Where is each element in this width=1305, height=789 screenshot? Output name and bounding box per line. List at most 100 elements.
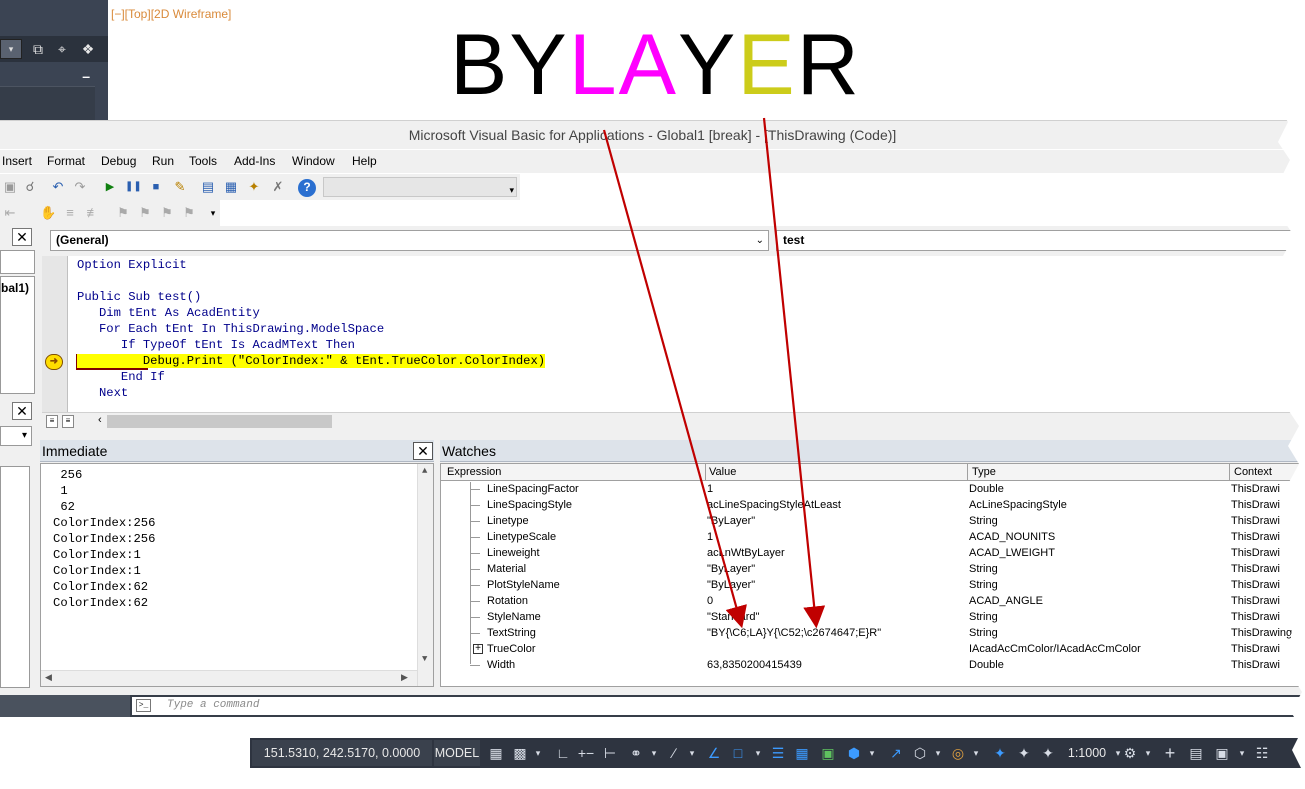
code-margin[interactable] <box>42 256 67 412</box>
object-combo[interactable]: (General) ⌄ <box>50 230 769 251</box>
menu-insert[interactable]: Insert <box>2 154 32 168</box>
isodraft-icon[interactable]: ∕ <box>664 742 684 764</box>
column-expression[interactable]: Expression <box>447 466 501 478</box>
watch-row[interactable]: Width 63,8350200415439 Double ThisDrawi <box>441 658 1305 674</box>
toggle-breakpoint-icon[interactable]: ✋ <box>40 205 56 221</box>
menu-format[interactable]: Format <box>47 154 85 168</box>
next-bookmark-icon[interactable]: ⚑ <box>137 205 153 221</box>
match-layer-icon[interactable]: ❖ <box>80 41 96 57</box>
project-tree-item[interactable]: bal1) <box>1 281 29 295</box>
scroll-thumb[interactable] <box>107 415 332 428</box>
dynamic-input-icon[interactable]: +− <box>576 742 596 764</box>
watch-row[interactable]: Linetype "ByLayer" String ThisDrawi <box>441 514 1305 530</box>
command-line-handle[interactable] <box>0 695 130 717</box>
undo-icon[interactable]: ↶ <box>50 179 66 195</box>
project-close-icon[interactable]: ✕ <box>12 228 32 246</box>
chevron-down-icon[interactable]: ▾ <box>532 742 544 764</box>
object-snap-tracking-icon[interactable]: ∠ <box>704 742 724 764</box>
redo-icon[interactable]: ↷ <box>72 179 88 195</box>
previous-bookmark-icon[interactable]: ⚑ <box>159 205 175 221</box>
properties-grid[interactable] <box>0 466 30 688</box>
procedure-view-icon[interactable]: ≡ <box>46 415 58 428</box>
procedure-combo[interactable]: test <box>776 230 1305 251</box>
object-browser-icon[interactable]: ✦ <box>246 179 262 195</box>
break-icon[interactable]: ❚❚ <box>125 179 142 195</box>
auto-scale-icon[interactable]: ✦ <box>1014 742 1034 764</box>
units-icon[interactable]: ▤ <box>1186 742 1206 764</box>
selection-cycling-icon[interactable]: ▣ <box>818 742 838 764</box>
ortho-icon[interactable]: ⊢ <box>600 742 620 764</box>
snap-icon[interactable]: ▩ <box>510 742 530 764</box>
workspace-gear-icon[interactable]: ⚙ <box>1120 742 1140 764</box>
chevron-down-icon[interactable]: ▾ <box>648 742 660 764</box>
code-line[interactable]: End If <box>77 370 165 384</box>
grid-icon[interactable]: ▦ <box>486 742 506 764</box>
immediate-window[interactable]: 256 1 62 ColorIndex:256 ColorIndex:256 C… <box>40 463 434 687</box>
project-tree[interactable]: bal1) <box>0 276 35 394</box>
menu-run[interactable]: Run <box>152 154 174 168</box>
code-line[interactable]: For Each tEnt In ThisDrawing.ModelSpace <box>77 322 384 336</box>
object-snap-icon[interactable]: □ <box>728 742 748 764</box>
watch-row[interactable]: Rotation 0 ACAD_ANGLE ThisDrawi <box>441 594 1305 610</box>
watch-row[interactable]: LineSpacingFactor 1 Double ThisDrawi <box>441 482 1305 498</box>
properties-close-icon[interactable]: ✕ <box>12 402 32 420</box>
code-line-current[interactable]: Debug.Print ("ColorIndex:" & tEnt.TrueCo… <box>77 354 546 368</box>
menu-debug[interactable]: Debug <box>101 154 136 168</box>
help-icon[interactable]: ? <box>298 179 316 197</box>
immediate-close-icon[interactable]: ✕ <box>413 442 433 460</box>
paste-icon[interactable]: ▣ <box>2 179 18 195</box>
run-icon[interactable]: ▶ <box>102 179 118 195</box>
command-prompt-icon[interactable]: >_ <box>136 699 151 712</box>
selection-filter-icon[interactable]: ⬡ <box>910 742 930 764</box>
column-context[interactable]: Context <box>1234 466 1272 478</box>
code-horizontal-scrollbar[interactable]: ≡ ≡ ‹ <box>42 412 1305 430</box>
column-type[interactable]: Type <box>972 466 996 478</box>
chevron-down-icon[interactable]: ▾ <box>1236 742 1248 764</box>
code-line[interactable]: Option Explicit <box>77 258 187 272</box>
scroll-up-icon[interactable]: ▲ <box>422 466 427 476</box>
dynamic-ucs-icon[interactable]: ↗ <box>886 742 906 764</box>
annotation-visibility-icon[interactable]: ✦ <box>990 742 1010 764</box>
chevron-down-icon[interactable]: ▾ <box>752 742 764 764</box>
watch-row[interactable]: TrueColor IAcadAcCmColor/IAcadAcCmColor Th… <box>441 642 1305 658</box>
watch-row[interactable]: StyleName "Standard" String ThisDrawi <box>441 610 1305 626</box>
chevron-down-icon[interactable]: ⌄ <box>756 231 764 250</box>
watch-row[interactable]: LinetypeScale 1 ACAD_NOUNITS ThisDrawi <box>441 530 1305 546</box>
watch-row[interactable]: Material "ByLayer" String ThisDrawi <box>441 562 1305 578</box>
design-mode-icon[interactable]: ✎ <box>172 179 188 195</box>
immediate-horizontal-scrollbar[interactable]: ◀ ▶ <box>41 670 417 686</box>
scroll-left-icon[interactable]: ◀ <box>45 673 52 683</box>
gizmo-icon[interactable]: ◎ <box>948 742 968 764</box>
comment-block-icon[interactable]: ≡ <box>62 205 78 221</box>
coordinates-readout[interactable]: 151.5310, 242.5170, 0.0000 <box>252 740 432 766</box>
crosshair-icon[interactable]: ⌖ <box>54 41 70 57</box>
outdent-icon[interactable]: ⇤ <box>2 205 18 221</box>
infer-constraints-icon[interactable]: ∟ <box>553 742 573 764</box>
code-line[interactable]: Public Sub test() <box>77 290 201 304</box>
properties-object-combo[interactable]: ▾ <box>0 426 32 446</box>
code-line[interactable]: If TypeOf tEnt Is AcadMText Then <box>77 338 355 352</box>
transparency-icon[interactable]: ▦ <box>792 742 812 764</box>
full-module-view-icon[interactable]: ≡ <box>62 415 74 428</box>
annotation-monitor-icon[interactable]: + <box>1160 742 1180 764</box>
toolbox-icon[interactable]: ✗ <box>270 179 286 195</box>
properties-window-icon[interactable]: ▦ <box>223 179 239 195</box>
watches-window[interactable]: Expression Value Type Context + LineSpac… <box>440 463 1305 687</box>
lineweight-icon[interactable]: ☰ <box>768 742 788 764</box>
layer-state-icon[interactable]: ⧉ <box>30 41 46 57</box>
polar-tracking-icon[interactable]: ⚭ <box>626 742 646 764</box>
toolbar-options-icon[interactable]: ▾ <box>205 205 221 221</box>
code-line[interactable]: Next <box>77 386 128 400</box>
chevron-down-icon[interactable]: ▾ <box>866 742 878 764</box>
watch-row[interactable]: Lineweight acLnWtByLayer ACAD_LWEIGHT ThisD… <box>441 546 1305 562</box>
clear-bookmarks-icon[interactable]: ⚑ <box>181 205 197 221</box>
annotation-scale-icon[interactable]: ✦ <box>1038 742 1058 764</box>
uncomment-block-icon[interactable]: ≢ <box>85 205 101 221</box>
command-input[interactable]: >_ Type a command <box>132 697 1305 715</box>
scroll-left-icon[interactable]: ‹ <box>98 414 102 426</box>
column-value[interactable]: Value <box>709 466 736 478</box>
watch-row[interactable]: PlotStyleName "ByLayer" String ThisDrawi <box>441 578 1305 594</box>
watch-row[interactable]: LineSpacingStyle acLineSpacingStyleAtLeas… <box>441 498 1305 514</box>
customization-icon[interactable]: ☷ <box>1252 742 1272 764</box>
3d-object-snap-icon[interactable]: ⬢ <box>844 742 864 764</box>
